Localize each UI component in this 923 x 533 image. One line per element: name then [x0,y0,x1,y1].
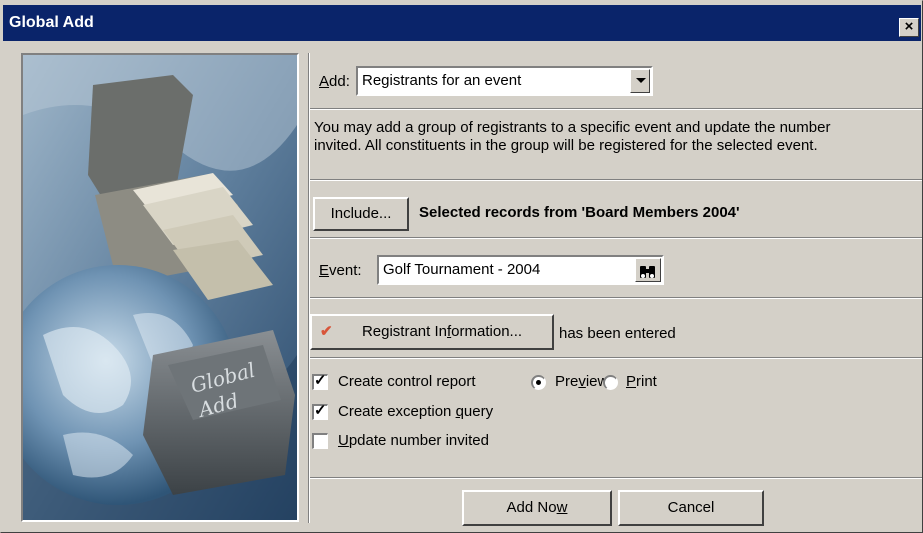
radio-dot [536,380,541,385]
registrant-button-label: Registrant Information... [361,323,523,340]
global-add-illustration: Global Add [23,55,297,520]
add-label: Add: [319,73,350,90]
control-report-checkbox[interactable]: ✓ [312,372,328,390]
print-label: Print [626,373,657,390]
add-type-value: Registrants for an event [362,72,522,89]
checkmark-icon: ✓ [314,372,327,389]
add-now-button[interactable]: Add Now [462,490,612,526]
binoculars-icon [640,266,655,278]
divider [310,237,922,239]
registrant-information-button[interactable]: ✔ Registrant Information... [310,314,554,350]
preview-radio[interactable] [531,375,546,390]
event-field[interactable]: Golf Tournament - 2004 [377,255,664,285]
divider [310,108,922,110]
checkmark-icon: ✓ [314,402,327,419]
window-title: Global Add [9,14,94,31]
title-bar: Global Add × [3,5,921,41]
divider [310,297,922,299]
description-text: You may add a group of registrants to a … [314,119,831,154]
print-radio[interactable] [603,375,618,390]
panel-separator [308,53,310,523]
event-lookup-button[interactable] [635,258,661,282]
control-report-label: Create control report [338,373,476,390]
cancel-button[interactable]: Cancel [618,490,764,526]
global-add-dialog: Global Add × Global Add Add: Registrants… [0,0,923,533]
divider [310,477,922,479]
event-label: Event: [319,262,362,279]
chevron-down-icon [636,78,646,83]
close-icon: × [904,18,914,35]
update-invited-checkbox[interactable] [312,433,328,449]
checkmark-icon: ✔ [320,323,333,340]
add-type-select[interactable]: Registrants for an event [356,66,653,96]
divider [310,179,922,181]
include-selection-text: Selected records from 'Board Members 200… [419,204,740,221]
exception-query-label: Create exception query [338,403,494,420]
dropdown-button[interactable] [630,69,650,93]
exception-query-checkbox[interactable]: ✓ [312,402,328,420]
close-button[interactable]: × [899,18,919,37]
event-value: Golf Tournament - 2004 [383,261,541,278]
include-button[interactable]: Include... [313,197,409,231]
registrant-status: has been entered [559,325,676,342]
divider [310,357,922,359]
illustration-panel: Global Add [21,53,299,522]
update-invited-label: Update number invited [338,432,489,449]
preview-label: Preview [555,373,609,390]
